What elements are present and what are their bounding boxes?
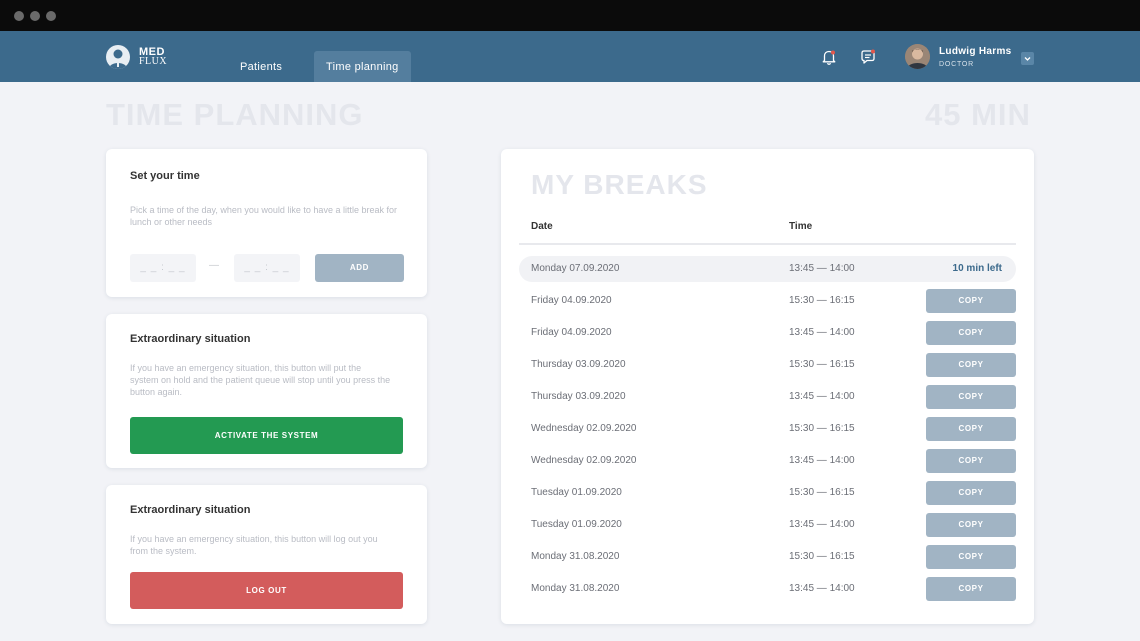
column-header-date: Date — [531, 221, 553, 232]
copy-button[interactable]: COPY — [926, 353, 1016, 377]
table-row: Wednesday 02.09.2020 13:45 — 14:00 COPY — [519, 448, 1016, 474]
break-time: 13:45 — 14:00 — [789, 327, 855, 338]
table-row: Wednesday 02.09.2020 15:30 — 16:15 COPY — [519, 416, 1016, 442]
set-time-title: Set your time — [130, 170, 200, 182]
user-role: DOCTOR — [939, 61, 975, 68]
tab-time-planning[interactable]: Time planning — [314, 51, 411, 82]
emergency-description: If you have an emergency situation, this… — [130, 363, 391, 397]
chat-icon[interactable] — [859, 48, 877, 66]
break-date: Friday 04.09.2020 — [531, 295, 612, 306]
chevron-down-icon — [1024, 57, 1031, 61]
copy-button[interactable]: COPY — [926, 449, 1016, 473]
break-date: Thursday 03.09.2020 — [531, 391, 626, 402]
copy-button[interactable]: COPY — [926, 545, 1016, 569]
user-menu-dropdown[interactable] — [1021, 52, 1034, 65]
add-button[interactable]: ADD — [315, 254, 404, 282]
page-title: TIME PLANNING — [106, 97, 364, 132]
avatar[interactable] — [905, 44, 930, 69]
window-minimize-dot[interactable] — [30, 11, 40, 21]
set-time-description: Pick a time of the day, when you would l… — [130, 205, 397, 227]
start-time-input[interactable]: _ _ : _ _ — [130, 254, 196, 282]
table-row: Thursday 03.09.2020 15:30 — 16:15 COPY — [519, 352, 1016, 378]
break-time: 13:45 — 14:00 — [789, 519, 855, 530]
break-time: 15:30 — 16:15 — [789, 295, 855, 306]
break-time: 13:45 — 14:00 — [789, 455, 855, 466]
copy-button[interactable]: COPY — [926, 513, 1016, 537]
break-time: 15:30 — 16:15 — [789, 423, 855, 434]
break-date: Tuesday 01.09.2020 — [531, 519, 622, 530]
break-time: 15:30 — 16:15 — [789, 359, 855, 370]
copy-button[interactable]: COPY — [926, 577, 1016, 601]
break-date: Wednesday 02.09.2020 — [531, 423, 637, 434]
table-row: Thursday 03.09.2020 13:45 — 14:00 COPY — [519, 384, 1016, 410]
table-row: Friday 04.09.2020 13:45 — 14:00 COPY — [519, 320, 1016, 346]
table-header-divider — [519, 243, 1016, 245]
tab-patients[interactable]: Patients — [240, 51, 282, 82]
table-row: Monday 31.08.2020 15:30 — 16:15 COPY — [519, 544, 1016, 570]
logo-line2: FLUX — [139, 56, 168, 67]
break-date: Tuesday 01.09.2020 — [531, 487, 622, 498]
table-row: Monday 31.08.2020 13:45 — 14:00 COPY — [519, 576, 1016, 602]
table-row: Monday 07.09.2020 13:45 — 14:00 10 min lef… — [519, 256, 1016, 282]
break-date: Friday 04.09.2020 — [531, 327, 612, 338]
window-close-dot[interactable] — [14, 11, 24, 21]
break-time: 15:30 — 16:15 — [789, 487, 855, 498]
emergency-title: Extraordinary situation — [130, 333, 251, 345]
window-maximize-dot[interactable] — [46, 11, 56, 21]
breaks-card: MY BREAKS Date Time Monday 07.09.2020 13:… — [501, 149, 1034, 624]
break-time: 15:30 — 16:15 — [789, 551, 855, 562]
bell-icon[interactable] — [820, 48, 838, 66]
logout-button[interactable]: LOG OUT — [130, 572, 403, 609]
logo-text: MED FLUX — [139, 47, 167, 67]
copy-button[interactable]: COPY — [926, 321, 1016, 345]
end-time-input[interactable]: _ _ : _ _ — [234, 254, 300, 282]
break-date: Wednesday 02.09.2020 — [531, 455, 637, 466]
copy-button[interactable]: COPY — [926, 289, 1016, 313]
set-time-card: Set your time Pick a time of the day, wh… — [106, 149, 427, 297]
copy-button[interactable]: COPY — [926, 417, 1016, 441]
copy-button[interactable]: COPY — [926, 385, 1016, 409]
column-header-time: Time — [789, 221, 813, 232]
break-date: Monday 31.08.2020 — [531, 551, 620, 562]
window-titlebar — [0, 0, 1140, 31]
logout-title: Extraordinary situation — [130, 504, 251, 516]
break-duration: 45 MIN — [925, 97, 1031, 132]
user-name: Ludwig Harms — [939, 46, 1012, 57]
break-time: 13:45 — 14:00 — [789, 583, 855, 594]
break-date: Monday 07.09.2020 — [531, 263, 620, 274]
break-time: 13:45 — 14:00 — [789, 391, 855, 402]
time-left-status: 10 min left — [952, 263, 1002, 274]
break-date: Monday 31.08.2020 — [531, 583, 620, 594]
breaks-title: MY BREAKS — [531, 169, 708, 200]
logo-icon[interactable] — [106, 45, 130, 69]
top-navigation: MED FLUX Patients Time planning Ludwig H… — [0, 31, 1140, 82]
table-row: Friday 04.09.2020 15:30 — 16:15 COPY — [519, 288, 1016, 314]
time-separator: — — [209, 260, 219, 271]
table-row: Tuesday 01.09.2020 15:30 — 16:15 COPY — [519, 480, 1016, 506]
logout-card: Extraordinary situation If you have an e… — [106, 485, 427, 624]
emergency-card: Extraordinary situation If you have an e… — [106, 314, 427, 468]
activate-system-button[interactable]: ACTIVATE THE SYSTEM — [130, 417, 403, 454]
table-row: Tuesday 01.09.2020 13:45 — 14:00 COPY — [519, 512, 1016, 538]
copy-button[interactable]: COPY — [926, 481, 1016, 505]
break-time: 13:45 — 14:00 — [789, 263, 855, 274]
break-date: Thursday 03.09.2020 — [531, 359, 626, 370]
logout-description: If you have an emergency situation, this… — [130, 534, 378, 556]
